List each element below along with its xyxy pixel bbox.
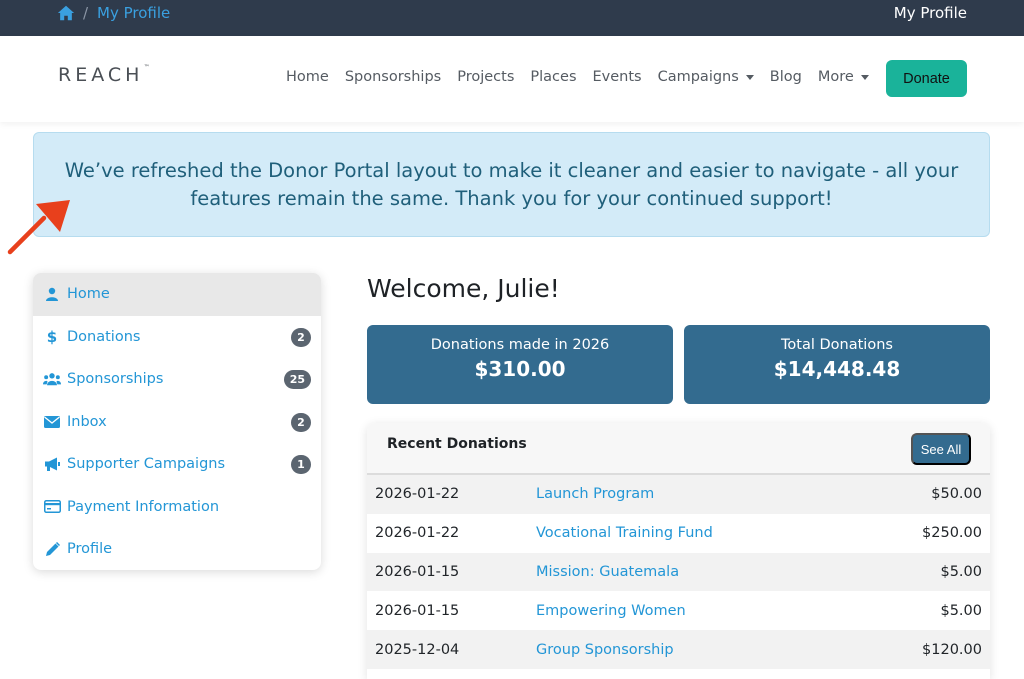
- table-row: 2026-01-22 Vocational Training Fund $250…: [367, 514, 990, 553]
- table-row: 2026-01-15 Empowering Women $5.00: [367, 591, 990, 630]
- donation-fund-link[interactable]: Mission: Guatemala: [536, 564, 679, 580]
- welcome-heading: Welcome, Julie!: [367, 274, 560, 303]
- stat-label: Total Donations: [781, 337, 893, 353]
- donation-fund-link[interactable]: Vocational Training Fund: [536, 525, 713, 541]
- stat-card-donations-year: Donations made in 2026 $310.00: [367, 325, 673, 404]
- nav-projects[interactable]: Projects: [457, 69, 514, 85]
- sidebar-item-donations[interactable]: $ Donations 2: [33, 316, 321, 359]
- donation-date: 2025-12-04: [375, 641, 460, 658]
- dollar-icon: $: [46, 327, 58, 346]
- nav-events[interactable]: Events: [593, 69, 642, 85]
- caret-down-icon: [745, 74, 754, 80]
- nav-home[interactable]: Home: [286, 69, 329, 85]
- sidebar-item-label: Inbox: [67, 413, 107, 430]
- stat-value: $14,448.48: [773, 357, 901, 381]
- sidebar-item-payment-information[interactable]: Payment Information: [33, 486, 321, 529]
- recent-donations-table: 2026-01-22 Launch Program $50.00 2026-01…: [367, 475, 990, 669]
- nav-menu: Home Sponsorships Projects Places Events…: [286, 69, 885, 85]
- sidebar-item-home[interactable]: Home: [33, 273, 321, 316]
- sidebar-item-sponsorships[interactable]: Sponsorships 25: [33, 358, 321, 401]
- sidebar: Home $ Donations 2 Sponsorships 25 Inbox…: [33, 273, 321, 570]
- stat-label: Donations made in 2026: [430, 337, 610, 353]
- recent-donations-title: Recent Donations: [387, 436, 527, 452]
- donation-date: 2026-01-22: [375, 525, 460, 542]
- count-badge: 1: [291, 455, 311, 474]
- megaphone-icon: [43, 455, 61, 473]
- breadcrumb-separator: /: [83, 4, 89, 22]
- donation-amount: $120.00: [922, 641, 982, 658]
- donation-fund-link[interactable]: Launch Program: [536, 486, 654, 502]
- breadcrumb-my-profile[interactable]: My Profile: [97, 4, 170, 22]
- sidebar-item-profile[interactable]: Profile: [33, 528, 321, 570]
- donation-date: 2026-01-15: [375, 563, 460, 580]
- donation-fund-link[interactable]: Empowering Women: [536, 603, 686, 619]
- pencil-icon: [43, 540, 61, 558]
- notice-banner: We’ve refreshed the Donor Portal layout …: [33, 132, 990, 237]
- donation-amount: $250.00: [922, 525, 982, 542]
- top-bar: / My Profile My Profile: [0, 0, 1024, 36]
- top-my-profile-link[interactable]: My Profile: [894, 4, 967, 22]
- nav-places[interactable]: Places: [530, 69, 576, 85]
- nav-more[interactable]: More: [818, 69, 869, 85]
- sidebar-item-label: Profile: [67, 541, 113, 558]
- table-row: 2025-12-04 Group Sponsorship $120.00: [367, 630, 990, 669]
- sidebar-item-label: Supporter Campaigns: [67, 456, 226, 473]
- donation-amount: $5.00: [940, 602, 982, 619]
- stat-card-total-donations: Total Donations $14,448.48: [684, 325, 990, 404]
- main-navbar: REACH™ Home Sponsorships Projects Places…: [0, 36, 1024, 122]
- count-badge: 2: [291, 412, 311, 432]
- count-badge: 25: [283, 370, 311, 389]
- nav-campaigns[interactable]: Campaigns: [658, 69, 754, 85]
- table-row: 2026-01-15 Mission: Guatemala $5.00: [367, 552, 990, 592]
- notice-text: We’ve refreshed the Donor Portal layout …: [64, 158, 959, 210]
- envelope-icon: [43, 413, 61, 431]
- stat-value: $310.00: [474, 357, 566, 381]
- see-all-button[interactable]: See All: [911, 433, 971, 465]
- donation-date: 2026-01-15: [375, 602, 460, 619]
- user-icon: [43, 285, 61, 303]
- recent-donations-card: Recent Donations See All 2026-01-22 Laun…: [367, 423, 990, 679]
- sidebar-item-label: Payment Information: [67, 498, 220, 515]
- sidebar-item-label: Home: [67, 286, 110, 303]
- donate-button[interactable]: Donate: [886, 60, 967, 97]
- reach-logo[interactable]: REACH™: [58, 64, 149, 86]
- recent-donations-header: Recent Donations See All: [367, 423, 990, 475]
- credit-card-icon: [43, 498, 61, 516]
- sidebar-item-supporter-campaigns[interactable]: Supporter Campaigns 1: [33, 443, 321, 486]
- nav-blog[interactable]: Blog: [770, 69, 802, 85]
- home-icon[interactable]: [57, 4, 75, 22]
- annotation-arrow-icon: [7, 200, 70, 255]
- donation-fund-link[interactable]: Group Sponsorship: [536, 642, 674, 658]
- donation-amount: $50.00: [931, 486, 982, 503]
- caret-down-icon: [860, 74, 869, 80]
- donation-amount: $5.00: [940, 563, 982, 580]
- users-icon: [43, 370, 61, 388]
- nav-sponsorships[interactable]: Sponsorships: [345, 69, 441, 85]
- sidebar-item-label: Sponsorships: [67, 371, 164, 388]
- donation-date: 2026-01-22: [375, 486, 460, 503]
- count-badge: 2: [291, 327, 311, 347]
- sidebar-item-inbox[interactable]: Inbox 2: [33, 401, 321, 444]
- sidebar-item-label: Donations: [67, 328, 141, 345]
- table-row: 2026-01-22 Launch Program $50.00: [367, 475, 990, 514]
